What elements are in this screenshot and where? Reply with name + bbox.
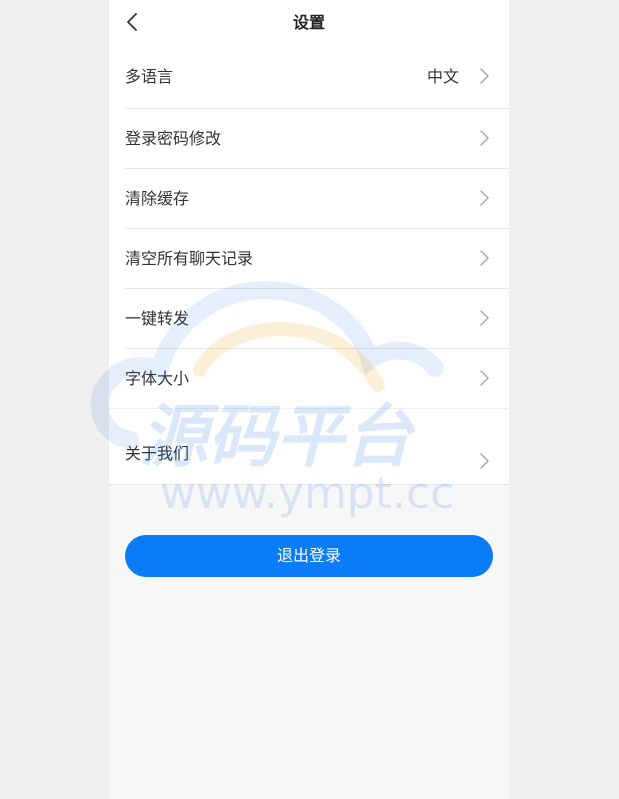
settings-screen: 设置 多语言 中文 登录密码修改 清除缓存 清空所有聊天记录 一键转发 字体大小… <box>109 0 509 799</box>
chevron-right-icon <box>480 68 489 84</box>
settings-item-clear-cache[interactable]: 清除缓存 <box>125 169 509 229</box>
settings-item-label: 清空所有聊天记录 <box>125 249 254 268</box>
chevron-right-icon <box>480 190 489 206</box>
settings-item-label: 一键转发 <box>125 309 190 328</box>
settings-item-change-password[interactable]: 登录密码修改 <box>125 109 509 169</box>
page-title: 设置 <box>292 13 325 32</box>
settings-item-label: 清除缓存 <box>125 189 190 208</box>
settings-item-font-size[interactable]: 字体大小 <box>125 349 509 408</box>
settings-item-language[interactable]: 多语言 中文 <box>125 45 509 109</box>
settings-item-about-us[interactable]: 关于我们 <box>109 409 509 485</box>
chevron-right-icon <box>480 370 489 386</box>
chevron-right-icon <box>480 130 489 146</box>
chevron-right-icon <box>480 310 489 326</box>
header-bar: 设置 <box>109 0 509 45</box>
settings-item-label: 关于我们 <box>125 444 190 463</box>
settings-list: 多语言 中文 登录密码修改 清除缓存 清空所有聊天记录 一键转发 字体大小 <box>109 45 509 408</box>
settings-item-clear-chat-history[interactable]: 清空所有聊天记录 <box>125 229 509 289</box>
settings-item-label: 字体大小 <box>125 369 190 388</box>
chevron-right-icon <box>480 453 489 469</box>
settings-item-label: 登录密码修改 <box>125 129 222 148</box>
language-value: 中文 <box>426 67 459 86</box>
logout-button[interactable]: 退出登录 <box>125 535 493 577</box>
about-section: 关于我们 <box>109 409 509 485</box>
chevron-right-icon <box>480 250 489 266</box>
settings-item-label: 多语言 <box>125 67 174 86</box>
settings-item-quick-forward[interactable]: 一键转发 <box>125 289 509 349</box>
